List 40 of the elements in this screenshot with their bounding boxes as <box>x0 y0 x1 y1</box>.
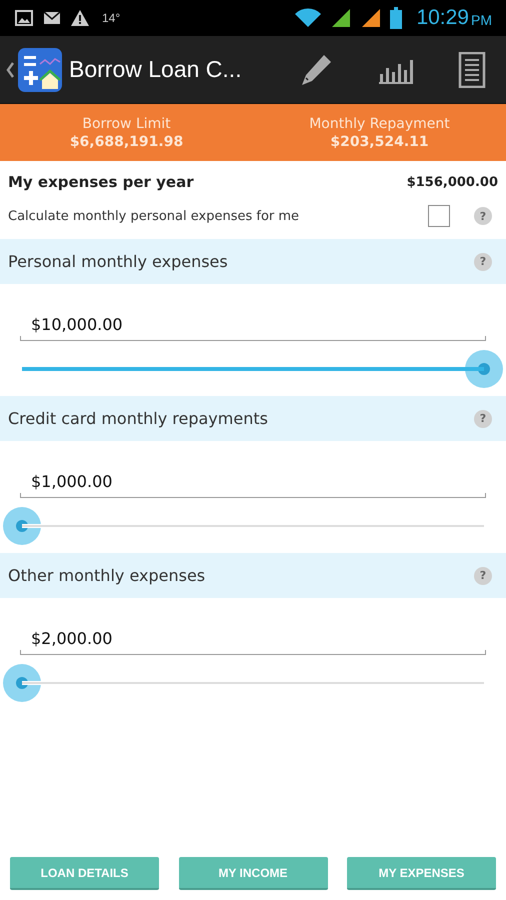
section-heading: My expenses per year <box>8 173 194 191</box>
slider-thumb[interactable] <box>3 664 41 702</box>
slider-track[interactable] <box>22 681 484 685</box>
help-button[interactable]: ? <box>474 207 492 225</box>
nav-button[interactable]: MY EXPENSES <box>347 857 496 890</box>
slider-thumb[interactable] <box>465 350 503 388</box>
app-title: Borrow Loan C... <box>69 56 242 83</box>
summary-label: Monthly Repayment <box>309 116 450 132</box>
wifi-icon <box>294 8 322 28</box>
signal-icon <box>360 8 382 28</box>
document-icon[interactable] <box>458 52 486 88</box>
back-icon[interactable] <box>6 62 14 78</box>
nav-button[interactable]: MY INCOME <box>178 857 328 890</box>
clock: 10:29 <box>416 6 469 30</box>
summary-label: Borrow Limit <box>82 116 171 132</box>
signal-icon <box>330 8 352 28</box>
help-button[interactable]: ? <box>474 252 492 270</box>
picture-icon <box>14 8 34 28</box>
help-button[interactable]: ? <box>474 410 492 428</box>
help-button[interactable]: ? <box>474 566 492 584</box>
annual-total: $156,000.00 <box>406 174 498 190</box>
slider-track[interactable] <box>22 524 484 528</box>
temperature: 14° <box>102 11 120 25</box>
summary-value: $203,524.11 <box>330 134 429 150</box>
option-label: Calculate monthly personal expenses for me <box>8 208 300 224</box>
slider-thumb[interactable] <box>3 507 41 545</box>
warning-icon <box>70 8 90 28</box>
section-title: Other monthly expenses <box>8 566 206 585</box>
section-title: Personal monthly expenses <box>8 252 229 271</box>
checkbox[interactable] <box>428 205 450 227</box>
amount-field[interactable]: $10,000.00 <box>20 315 486 341</box>
clock-period: PM <box>471 12 492 28</box>
slider-track[interactable] <box>22 367 484 371</box>
summary-value: $6,688,191.98 <box>70 134 184 150</box>
app-logo-icon[interactable] <box>18 48 62 92</box>
section-title: Credit card monthly repayments <box>8 409 269 428</box>
amount-field[interactable]: $1,000.00 <box>20 472 486 498</box>
amount-field[interactable]: $2,000.00 <box>20 629 486 655</box>
nav-button[interactable]: LOAN DETAILS <box>10 857 159 890</box>
battery-icon <box>390 7 402 29</box>
